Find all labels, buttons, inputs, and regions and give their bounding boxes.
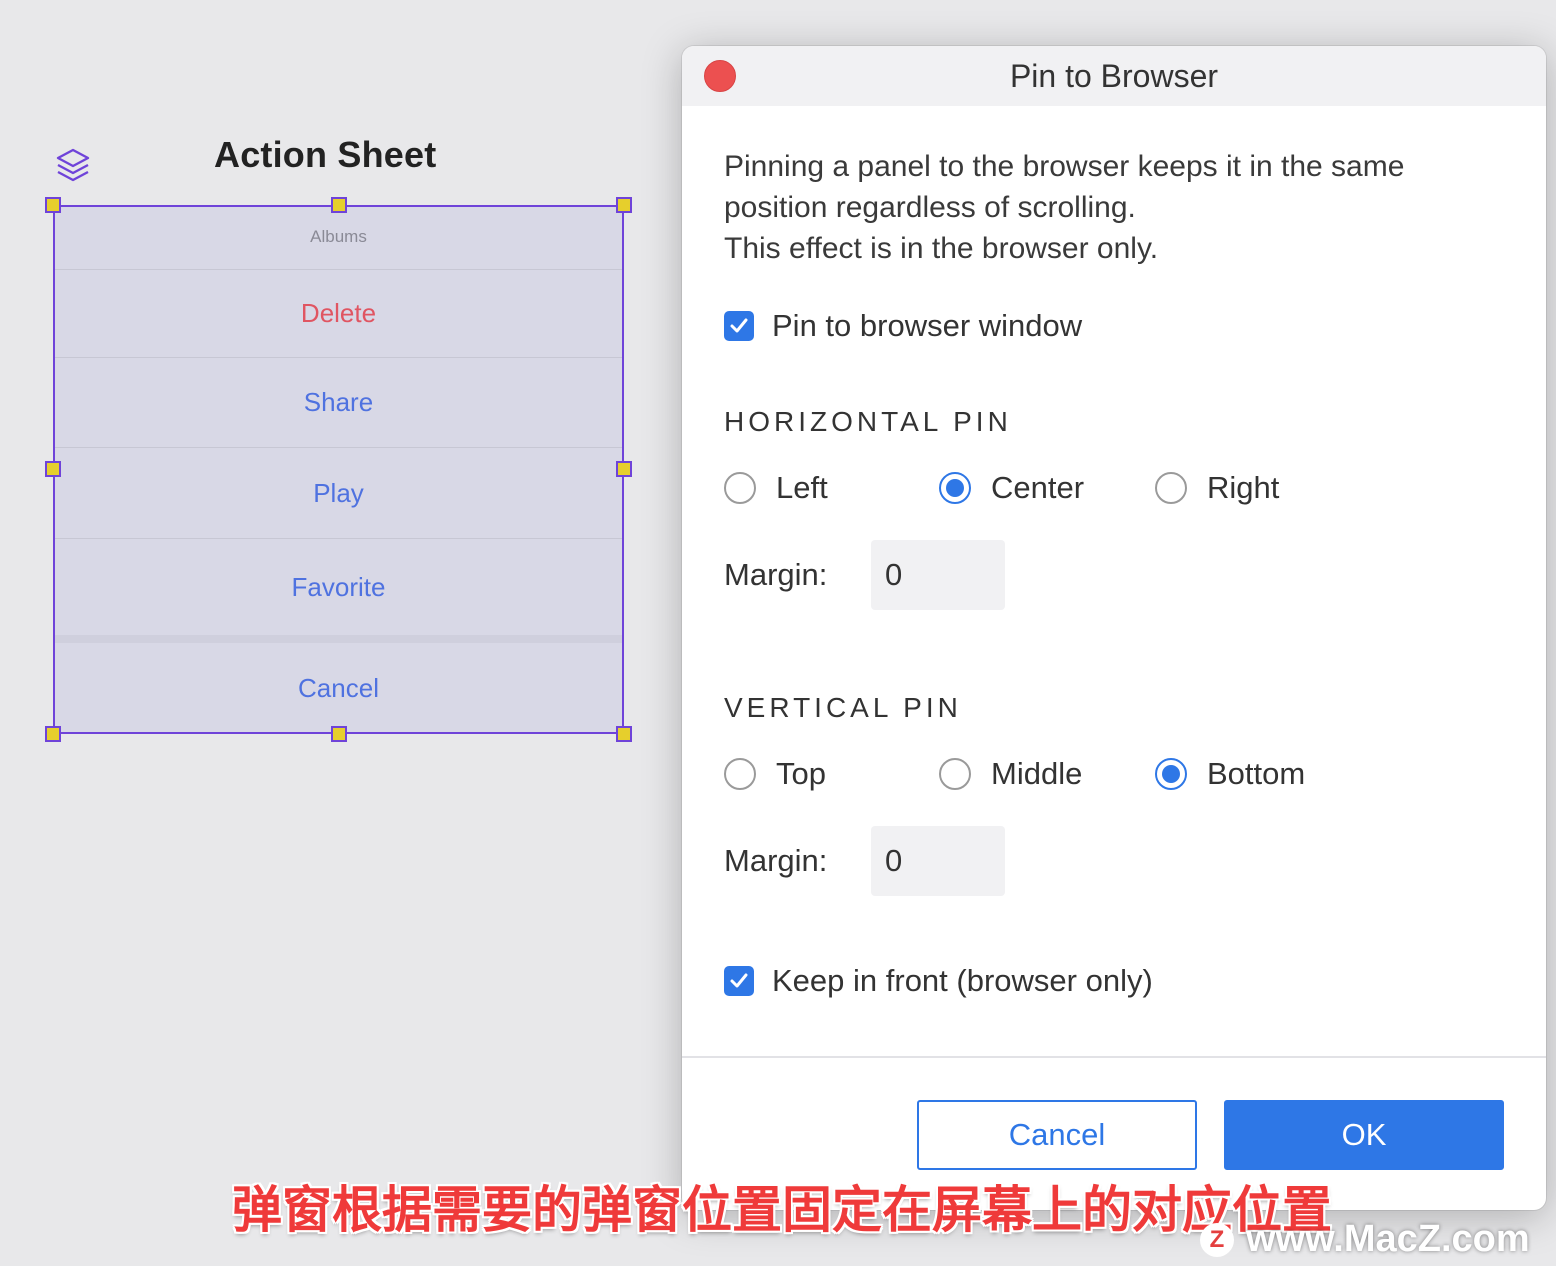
horizontal-margin-input[interactable]: [871, 540, 1005, 610]
resize-handle-top-left[interactable]: [45, 197, 61, 213]
radio-bottom[interactable]: Bottom: [1155, 756, 1305, 792]
footer-divider: [682, 1056, 1546, 1058]
radio-middle-button[interactable]: [939, 758, 971, 790]
checkmark-icon: [730, 973, 748, 988]
resize-handle-top[interactable]: [331, 197, 347, 213]
resize-handle-top-right[interactable]: [616, 197, 632, 213]
resize-handle-right[interactable]: [616, 461, 632, 477]
dialog-description: Pinning a panel to the browser keeps it …: [724, 146, 1524, 269]
action-sheet[interactable]: Albums Delete Share Play Favorite Cancel: [53, 205, 624, 734]
radio-center[interactable]: Center: [939, 470, 1084, 506]
action-share[interactable]: Share: [53, 358, 624, 448]
radio-center-label: Center: [991, 470, 1085, 505]
pin-to-window-label: Pin to browser window: [772, 308, 1083, 343]
vertical-margin-label: Margin:: [724, 843, 828, 878]
radio-bottom-label: Bottom: [1207, 756, 1306, 791]
dialog-title: Pin to Browser: [1009, 58, 1219, 94]
action-sheet-title: Action Sheet: [214, 134, 437, 175]
radio-top[interactable]: Top: [724, 756, 826, 792]
radio-bottom-button[interactable]: [1155, 758, 1187, 790]
radio-top-button[interactable]: [724, 758, 756, 790]
action-cancel[interactable]: Cancel: [53, 643, 624, 734]
cancel-button[interactable]: Cancel: [917, 1100, 1197, 1170]
action-play[interactable]: Play: [53, 448, 624, 539]
description-line: This effect is in the browser only.: [724, 232, 1159, 265]
dialog-titlebar: Pin to Browser: [682, 46, 1546, 106]
radio-top-label: Top: [776, 756, 826, 791]
watermark: Z www.MacZ.com: [1200, 1218, 1530, 1261]
resize-handle-bottom-left[interactable]: [45, 726, 61, 742]
screen: Action Sheet Albums Delete Share Play Fa…: [0, 0, 1556, 1266]
radio-left-button[interactable]: [724, 472, 756, 504]
radio-right-button[interactable]: [1155, 472, 1187, 504]
vertical-margin-input[interactable]: [871, 826, 1005, 896]
action-sheet-separator: [53, 635, 624, 643]
vertical-pin-title: VERTICAL PIN: [724, 692, 962, 723]
radio-middle[interactable]: Middle: [939, 756, 1082, 792]
ok-button[interactable]: OK: [1224, 1100, 1504, 1170]
description-line: position regardless of scrolling.: [724, 191, 1136, 224]
description-line: Pinning a panel to the browser keeps it …: [724, 150, 1405, 183]
keep-in-front-option[interactable]: Keep in front (browser only): [724, 963, 1153, 999]
radio-right-label: Right: [1207, 470, 1280, 505]
radio-center-button[interactable]: [939, 472, 971, 504]
watermark-logo-icon: Z: [1200, 1222, 1234, 1257]
checkmark-icon: [730, 318, 748, 333]
layers-icon[interactable]: [54, 146, 92, 186]
pin-to-browser-dialog: Pin to Browser Pinning a panel to the br…: [682, 46, 1546, 1210]
resize-handle-bottom[interactable]: [331, 726, 347, 742]
horizontal-margin-label: Margin:: [724, 557, 828, 592]
pin-to-window-checkbox[interactable]: [724, 311, 754, 341]
horizontal-pin-title: HORIZONTAL PIN: [724, 406, 1012, 437]
keep-in-front-label: Keep in front (browser only): [772, 963, 1153, 998]
radio-left[interactable]: Left: [724, 470, 828, 506]
watermark-text: www.MacZ.com: [1246, 1218, 1530, 1260]
action-sheet-header: Albums: [53, 205, 624, 270]
resize-handle-bottom-right[interactable]: [616, 726, 632, 742]
keep-in-front-checkbox[interactable]: [724, 966, 754, 996]
resize-handle-left[interactable]: [45, 461, 61, 477]
radio-middle-label: Middle: [991, 756, 1083, 791]
pin-to-window-option[interactable]: Pin to browser window: [724, 308, 1082, 344]
video-subtitle: 弹窗根据需要的弹窗位置固定在屏幕上的对应位置: [232, 1181, 1332, 1239]
radio-right[interactable]: Right: [1155, 470, 1279, 506]
action-favorite[interactable]: Favorite: [53, 539, 624, 635]
radio-left-label: Left: [776, 470, 828, 505]
action-delete[interactable]: Delete: [53, 270, 624, 358]
